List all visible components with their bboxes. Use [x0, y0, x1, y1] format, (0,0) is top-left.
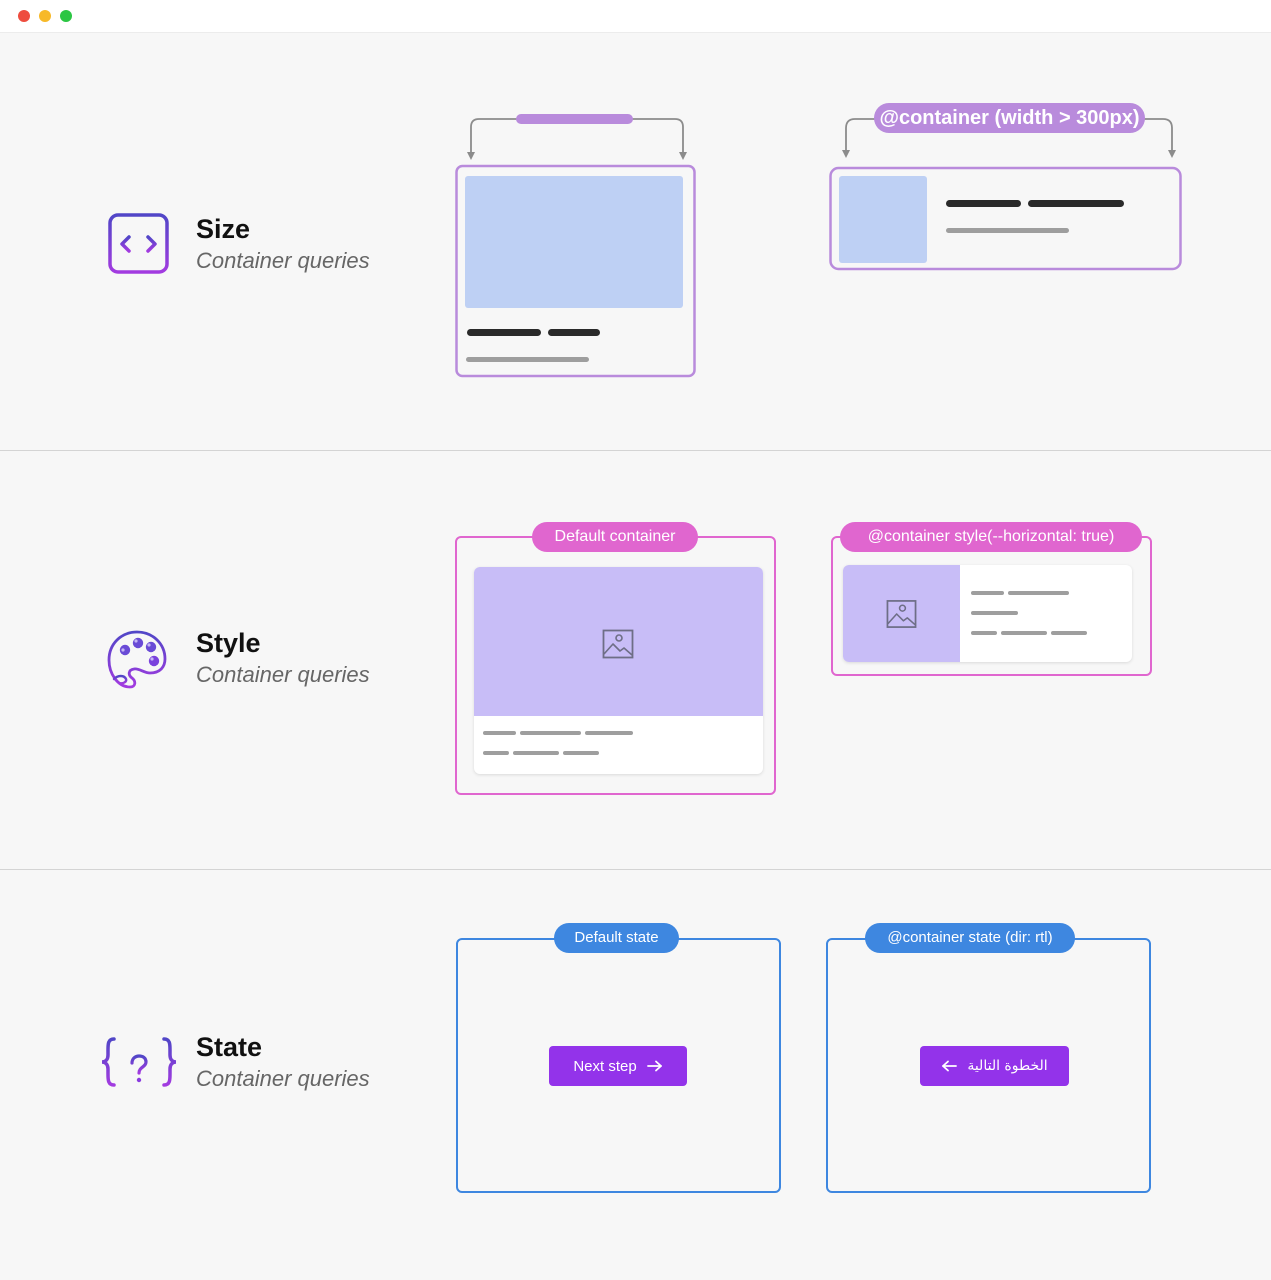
resize-horizontal-icon [108, 213, 169, 274]
next-step-rtl-button[interactable]: الخطوة التالية [920, 1046, 1069, 1086]
image-placeholder [465, 176, 683, 308]
window-maximize-button[interactable] [60, 10, 72, 22]
section-divider [0, 869, 1271, 870]
style-label: Style Container queries [196, 627, 370, 689]
next-step-label: Next step [573, 1057, 637, 1075]
arrow-right-icon [646, 1060, 662, 1072]
window-minimize-button[interactable] [39, 10, 51, 22]
arrow-left-icon [942, 1060, 958, 1072]
state-title: State [196, 1032, 263, 1062]
state-label: State Container queries [196, 1031, 370, 1093]
image-placeholder [839, 176, 927, 263]
section-divider [0, 450, 1271, 451]
palette-icon [107, 630, 167, 689]
style-subtitle: Container queries [196, 662, 370, 687]
style-query-label: @container style(--horizontal: true) [840, 522, 1142, 552]
next-step-rtl-label: الخطوة التالية [967, 1058, 1048, 1074]
narrow-container-diagram [455, 114, 696, 378]
image-icon [602, 629, 634, 659]
next-step-button[interactable]: Next step [549, 1046, 687, 1086]
curly-braces-question-icon [101, 1037, 177, 1087]
size-subtitle: Container queries [196, 248, 370, 273]
image-icon [886, 600, 917, 628]
state-subtitle: Container queries [196, 1066, 370, 1091]
size-label: Size Container queries [196, 213, 370, 275]
horizontal-card [843, 565, 1132, 662]
vertical-card [474, 567, 763, 774]
state-query-label: @container state (dir: rtl) [865, 923, 1075, 953]
size-title: Size [196, 214, 251, 244]
style-title: Style [196, 628, 261, 658]
window-titlebar [0, 0, 1271, 33]
width-indicator-bar [516, 114, 633, 124]
window-close-button[interactable] [18, 10, 30, 22]
default-container-label: Default container [532, 522, 698, 552]
size-query-label: @container (width > 300px) [874, 103, 1145, 133]
default-state-label: Default state [554, 923, 679, 953]
